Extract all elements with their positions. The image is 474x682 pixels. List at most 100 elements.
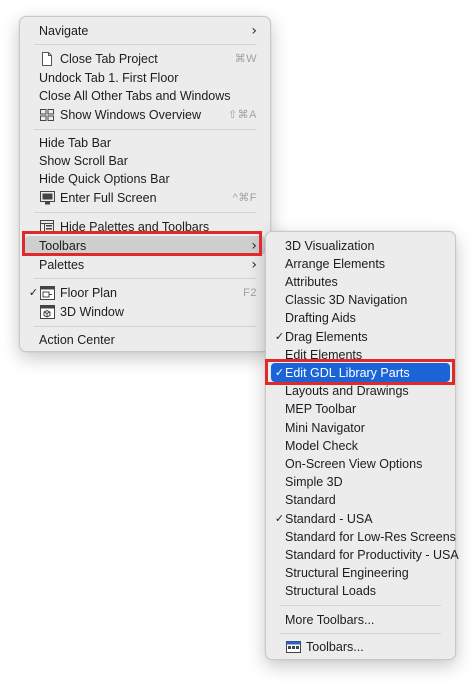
palette-window-icon — [39, 220, 55, 234]
menu-item-hide-quick-options-bar[interactable]: Hide Quick Options Bar — [25, 169, 265, 188]
menu-item-toolbars[interactable]: Toolbars › — [25, 236, 265, 255]
menu-item-3d-window[interactable]: 3D Window — [25, 302, 265, 321]
checkmark-icon: ✓ — [274, 512, 285, 525]
menu-item-show-windows-overview[interactable]: Show Windows Overview ⇧⌘A — [25, 105, 265, 124]
submenu-item[interactable]: Standard for Productivity - USA — [271, 545, 459, 564]
submenu-item[interactable]: Structural Engineering — [271, 564, 450, 583]
menu-separator — [34, 326, 256, 327]
shortcut-label: ⌘W — [234, 53, 257, 65]
menu-separator — [280, 633, 441, 634]
submenu-item[interactable]: Model Check — [271, 436, 450, 455]
submenu-item[interactable]: Classic 3D Navigation — [271, 291, 450, 310]
menu-item-label: Edit Elements — [285, 347, 363, 362]
menu-item-label: Standard for Productivity - USA — [285, 547, 459, 562]
chevron-right-icon: › — [251, 256, 257, 273]
menu-item-label: On-Screen View Options — [285, 456, 423, 471]
shortcut-label: F2 — [243, 286, 257, 299]
menu-item-undock-tab[interactable]: Undock Tab 1. First Floor — [25, 68, 265, 87]
menu-item-label: More Toolbars... — [285, 612, 375, 627]
submenu-item[interactable]: Standard for Low-Res Screens — [271, 527, 456, 546]
submenu-item[interactable]: Mini Navigator — [271, 418, 450, 437]
menu-item-label: Attributes — [285, 274, 338, 289]
menu-item-label: Show Scroll Bar — [39, 153, 128, 168]
toolbar-icon — [285, 640, 301, 654]
menu-item-label: Enter Full Screen — [60, 190, 157, 205]
menu-item-label: Layouts and Drawings — [285, 384, 409, 399]
menu-item-label: Floor Plan — [60, 285, 117, 300]
submenu-item[interactable]: ✓ Edit GDL Library Parts — [271, 363, 450, 383]
menu-item-label: Show Windows Overview — [60, 107, 202, 122]
submenu-item-more-toolbars[interactable]: More Toolbars... — [271, 610, 450, 629]
chevron-right-icon: › — [251, 237, 257, 254]
menu-item-label: Action Center — [39, 332, 115, 347]
menu-item-close-all-other[interactable]: Close All Other Tabs and Windows — [25, 86, 265, 105]
submenu-item[interactable]: Arrange Elements — [271, 254, 450, 273]
menu-item-label: 3D Window — [60, 304, 124, 319]
submenu-item[interactable]: ✓ Standard - USA — [271, 509, 450, 528]
menu-separator — [280, 605, 441, 606]
menu-separator — [34, 278, 256, 279]
shortcut-label: ⇧⌘A — [227, 109, 257, 121]
menu-item-hide-tab-bar[interactable]: Hide Tab Bar — [25, 133, 265, 152]
menu-item-label: Simple 3D — [285, 475, 343, 490]
submenu-item[interactable]: MEP Toolbar — [271, 400, 450, 419]
menu-item-label: Edit GDL Library Parts — [285, 365, 410, 380]
menu-item-label: Hide Palettes and Toolbars — [60, 219, 210, 234]
menu-item-label: Structural Loads — [285, 584, 377, 599]
menu-separator — [34, 129, 256, 130]
submenu-item[interactable]: 3D Visualization — [271, 236, 450, 255]
menu-item-label: Classic 3D Navigation — [285, 293, 408, 308]
menu-item-label: Standard - USA — [285, 511, 373, 526]
menu-item-label: Toolbars — [39, 238, 87, 253]
menu-separator — [34, 212, 256, 213]
menu-item-label: Close All Other Tabs and Windows — [39, 88, 231, 103]
menu-item-label: Hide Tab Bar — [39, 135, 112, 150]
submenu-item[interactable]: Attributes — [271, 272, 450, 291]
submenu-item[interactable]: Simple 3D — [271, 473, 450, 492]
toolbars-submenu: 3D Visualization Arrange Elements Attribut… — [265, 231, 459, 660]
chevron-right-icon: › — [251, 22, 257, 39]
menu-item-action-center[interactable]: Action Center — [25, 330, 265, 349]
menu-item-label: Drag Elements — [285, 329, 368, 344]
full-screen-icon — [39, 190, 55, 205]
view-context-menu: Navigate › Close Tab Project ⌘W Undock T… — [19, 16, 271, 352]
menu-item-label: Palettes — [39, 257, 85, 272]
menu-item-label: Hide Quick Options Bar — [39, 171, 170, 186]
menu-item-label: Standard — [285, 493, 336, 508]
checkmark-icon: ✓ — [274, 330, 285, 343]
menu-item-enter-full-screen[interactable]: Enter Full Screen ^⌘F — [25, 188, 265, 207]
submenu-item[interactable]: On-Screen View Options — [271, 454, 450, 473]
menu-item-label: 3D Visualization — [285, 238, 375, 253]
3d-window-icon — [39, 304, 55, 319]
submenu-item[interactable]: ✓ Drag Elements — [271, 327, 450, 346]
menu-item-label: Standard for Low-Res Screens — [285, 529, 456, 544]
menu-item-label: Arrange Elements — [285, 256, 386, 271]
menu-item-hide-palettes-toolbars[interactable]: Hide Palettes and Toolbars — [25, 217, 265, 236]
submenu-item[interactable]: Layouts and Drawings — [271, 382, 450, 401]
submenu-item[interactable]: Drafting Aids — [271, 309, 450, 328]
menu-item-close-tab[interactable]: Close Tab Project ⌘W — [25, 49, 265, 68]
checkmark-icon: ✓ — [274, 366, 285, 380]
menu-item-label: Navigate — [39, 23, 89, 38]
submenu-item-toolbars-dialog[interactable]: Toolbars... — [271, 637, 450, 656]
submenu-item[interactable]: Structural Loads — [271, 582, 450, 601]
menu-item-navigate[interactable]: Navigate › — [25, 21, 265, 40]
submenu-item[interactable]: Edit Elements — [271, 345, 450, 364]
shortcut-label: ^⌘F — [232, 192, 257, 204]
menu-item-label: Close Tab Project — [60, 51, 158, 66]
menu-item-label: Model Check — [285, 438, 358, 453]
menu-separator — [34, 44, 256, 45]
menu-item-floor-plan[interactable]: ✓ Floor Plan F2 — [25, 283, 265, 302]
floor-plan-icon — [39, 285, 55, 300]
menu-item-label: Toolbars... — [306, 639, 364, 654]
menu-item-palettes[interactable]: Palettes › — [25, 255, 265, 274]
submenu-item[interactable]: Standard — [271, 491, 450, 510]
menu-item-label: MEP Toolbar — [285, 402, 357, 417]
menu-item-label: Mini Navigator — [285, 420, 365, 435]
menu-item-show-scroll-bar[interactable]: Show Scroll Bar — [25, 151, 265, 170]
menu-item-label: Undock Tab 1. First Floor — [39, 70, 179, 85]
document-icon — [39, 51, 55, 66]
checkmark-icon: ✓ — [28, 286, 39, 299]
windows-grid-icon — [39, 108, 55, 122]
menu-item-label: Structural Engineering — [285, 566, 409, 581]
